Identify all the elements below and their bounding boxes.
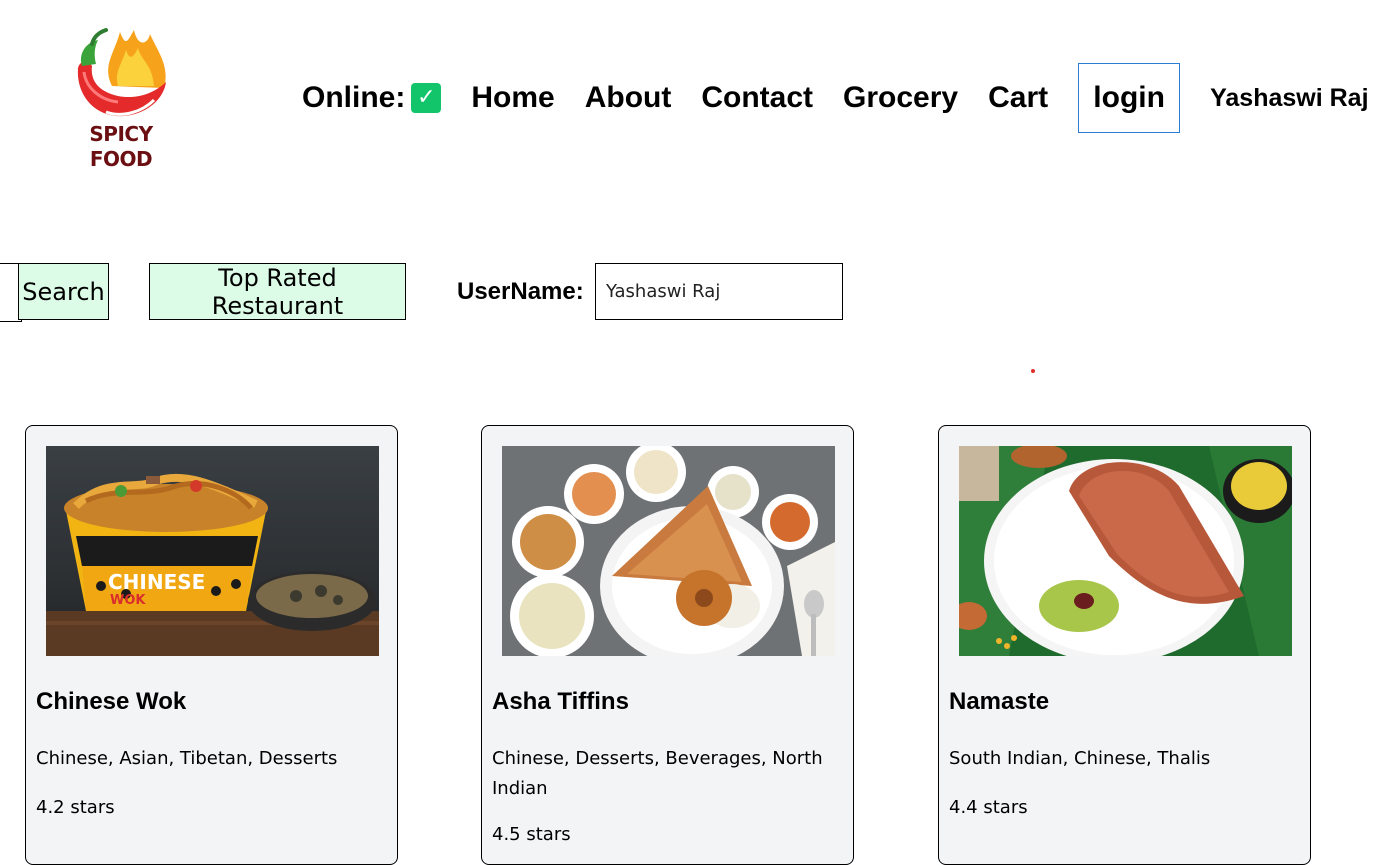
nav-contact[interactable]: Contact [701,81,813,115]
nav-grocery[interactable]: Grocery [843,81,958,115]
svg-text:WOK: WOK [110,593,146,608]
online-label: Online: [302,81,406,114]
logo-text: SPICY FOOD [72,122,170,172]
nav-about[interactable]: About [585,81,672,115]
main-nav: Online: ✓ Home About Contact Grocery Car… [302,62,1369,134]
top-rated-button[interactable]: Top Rated Restaurant [149,263,406,320]
username-input[interactable] [595,263,843,320]
online-status: Online: ✓ [302,81,442,115]
restaurant-name: Asha Tiffins [492,688,629,715]
search-button[interactable]: Search [18,263,109,320]
restaurant-rating: 4.2 stars [36,797,115,818]
nav-home[interactable]: Home [471,81,554,115]
restaurant-image [502,446,835,656]
logo-line-1: SPICY [89,122,153,146]
checkmark-icon: ✓ [411,83,442,113]
restaurant-card[interactable]: Asha Tiffins Chinese, Desserts, Beverage… [481,425,854,865]
restaurant-cuisines: Chinese, Desserts, Beverages, North Indi… [492,748,823,799]
chili-flame-icon [77,28,166,117]
svg-text:CHINESE: CHINESE [108,570,205,594]
nav-cart[interactable]: Cart [988,81,1048,115]
app-logo: SPICY FOOD [72,26,170,174]
restaurant-cuisines: Chinese, Asian, Tibetan, Desserts [36,748,338,769]
logged-in-user: Yashaswi Raj [1210,83,1369,112]
restaurant-name: Namaste [949,688,1050,715]
login-button[interactable]: login [1078,63,1181,133]
restaurant-image [959,446,1292,656]
restaurant-rating: 4.4 stars [949,797,1028,818]
loading-dot [1031,369,1035,373]
username-label: UserName: [457,278,584,305]
restaurant-card[interactable]: Namaste South Indian, Chinese, Thalis 4.… [938,425,1311,865]
restaurant-card[interactable]: CHINESE WOK Chinese Wok Chinese, Asian, … [25,425,398,865]
logo-line-2: FOOD [89,147,153,171]
restaurant-cuisines: South Indian, Chinese, Thalis [949,748,1211,769]
restaurant-image: CHINESE WOK [46,446,379,656]
restaurant-name: Chinese Wok [36,688,187,715]
restaurant-rating: 4.5 stars [492,824,571,845]
